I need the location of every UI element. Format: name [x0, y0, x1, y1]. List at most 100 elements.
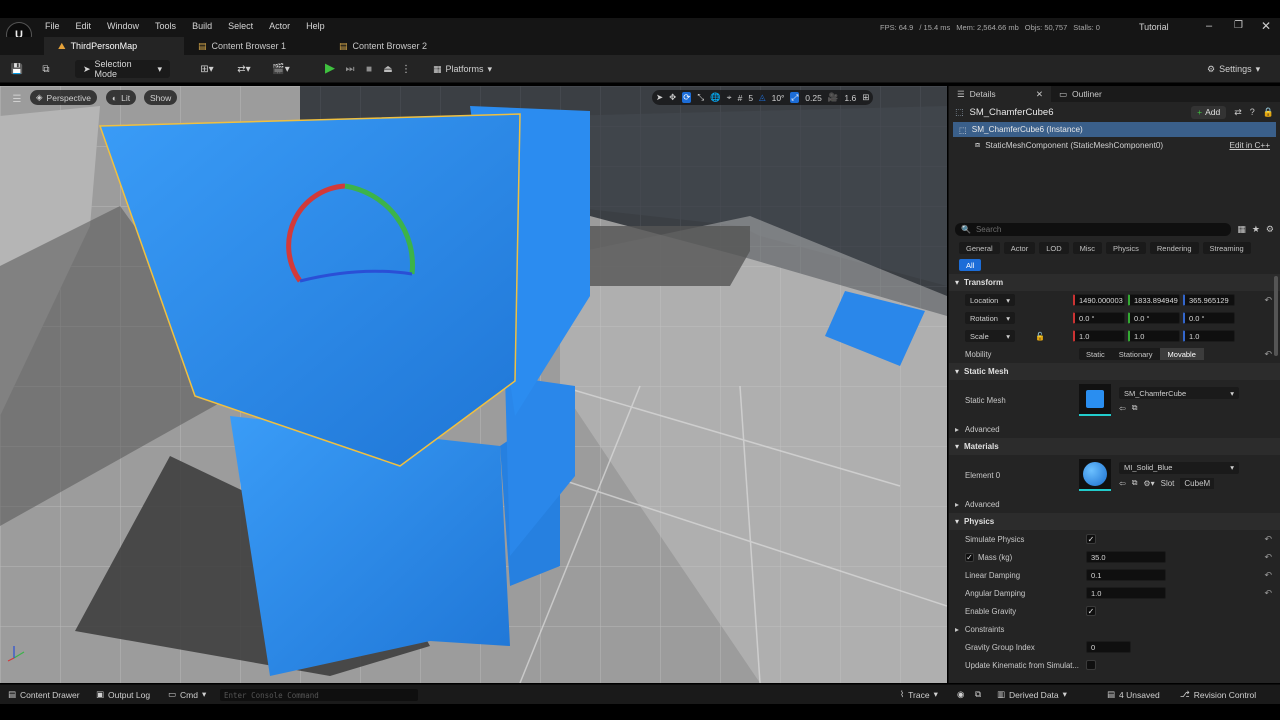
console-input[interactable]: Enter Console Command	[220, 689, 418, 701]
browse-asset-icon[interactable]: ⧉	[1132, 478, 1138, 488]
revision-control-button[interactable]: ⎇ Revision Control	[1180, 689, 1256, 700]
blueprint-icon[interactable]: ⇄▾	[231, 60, 257, 78]
mobility-static[interactable]: Static	[1079, 350, 1112, 359]
scale-dropdown[interactable]: Scale ▾	[965, 330, 1015, 342]
tab-outliner[interactable]: ▭ Outliner	[1051, 86, 1110, 102]
show-button[interactable]: Show	[144, 90, 178, 105]
mobility-movable[interactable]: Movable	[1159, 348, 1204, 360]
material-options-icon[interactable]: ⚙▾	[1143, 479, 1154, 488]
mesh-thumbnail[interactable]	[1079, 384, 1111, 416]
menu-file[interactable]: File	[45, 21, 60, 31]
rotation-snap-icon[interactable]: ◬	[759, 92, 766, 103]
filter-all[interactable]: All	[959, 259, 982, 271]
cinematics-icon[interactable]: 🎬▾	[268, 60, 294, 78]
enable-gravity-checkbox[interactable]: ✓	[1086, 606, 1096, 616]
translate-tool-icon[interactable]: ✥	[669, 92, 676, 103]
physics-section-header[interactable]: ▾ Physics	[949, 513, 1280, 530]
blueprint-convert-icon[interactable]: ⇄	[1234, 107, 1242, 118]
static-mesh-advanced[interactable]: ▸ Advanced	[949, 420, 1280, 438]
lit-button[interactable]: ◐ Lit	[106, 90, 137, 105]
location-y[interactable]: 1833.894949	[1128, 294, 1180, 306]
use-selected-icon[interactable]: ⇦	[1119, 404, 1126, 413]
tab-thirdpersonmap[interactable]: ⛰ ThirdPersonMap	[44, 37, 184, 55]
scale-snap-value[interactable]: 0.25	[805, 93, 822, 103]
reset-icon[interactable]: ↶	[1264, 588, 1272, 599]
gravity-group-field[interactable]: 0	[1086, 641, 1131, 653]
simulate-physics-checkbox[interactable]: ✓	[1086, 534, 1096, 544]
actor-name[interactable]: SM_ChamferCube6	[970, 107, 1054, 118]
rotation-y[interactable]: 0.0 °	[1128, 312, 1180, 324]
record-icon[interactable]: ◉	[957, 689, 964, 700]
materials-section-header[interactable]: ▾ Materials	[949, 438, 1280, 455]
mass-field[interactable]: 35.0	[1086, 551, 1166, 563]
level-viewport[interactable]: ☰ ◈ Perspective ◐ Lit Show ➤ ✥ ⟳ ⤡ 🌐 ⌖ #…	[0, 86, 947, 683]
play-icon[interactable]: ▶	[322, 59, 338, 77]
filter-actor[interactable]: Actor	[1003, 242, 1036, 254]
filter-general[interactable]: General	[959, 242, 1000, 254]
filter-lod[interactable]: LOD	[1039, 242, 1069, 254]
menu-edit[interactable]: Edit	[76, 21, 92, 31]
content-drawer-button[interactable]: ▤ Content Drawer	[8, 689, 80, 700]
select-tool-icon[interactable]: ➤	[656, 92, 663, 103]
settings-dropdown[interactable]: ⚙ Settings ▾	[1207, 60, 1260, 78]
location-x[interactable]: 1490.000003	[1073, 294, 1125, 306]
favorite-icon[interactable]: ★	[1252, 224, 1260, 235]
location-z[interactable]: 365.965129	[1183, 294, 1235, 306]
filter-physics[interactable]: Physics	[1106, 242, 1146, 254]
world-local-icon[interactable]: 🌐	[710, 92, 721, 103]
close-icon[interactable]: ✕	[1261, 19, 1271, 33]
scale-z[interactable]: 1.0	[1183, 330, 1235, 342]
edit-cpp-link[interactable]: Edit in C++	[1229, 141, 1270, 150]
grid-snap-value[interactable]: 5	[748, 93, 753, 103]
reset-icon[interactable]: ↶	[1264, 570, 1272, 581]
location-dropdown[interactable]: Location ▾	[965, 294, 1015, 306]
perspective-button[interactable]: ◈ Perspective	[30, 90, 97, 105]
menu-help[interactable]: Help	[306, 21, 325, 31]
surface-snap-icon[interactable]: ⌖	[727, 92, 732, 103]
stop-icon[interactable]: ■	[362, 60, 376, 78]
connection-icon[interactable]: ⧉	[975, 689, 981, 700]
component-instance-row[interactable]: ⬚ SM_ChamferCube6 (Instance)	[953, 122, 1276, 137]
static-mesh-dropdown[interactable]: SM_ChamferCube ▾	[1119, 387, 1239, 399]
use-selected-icon[interactable]: ⇦	[1119, 479, 1126, 488]
camera-speed-value[interactable]: 1.6	[844, 93, 856, 103]
lock-icon[interactable]: 🔓	[1035, 332, 1045, 341]
settings-gear-icon[interactable]: ⚙	[1266, 224, 1274, 235]
step-icon[interactable]: ⏭	[343, 60, 357, 78]
transform-section-header[interactable]: ▾ Transform	[949, 274, 1280, 291]
materials-advanced[interactable]: ▸ Advanced	[949, 495, 1280, 513]
close-tab-icon[interactable]: ✕	[1036, 89, 1043, 100]
reset-icon[interactable]: ↶	[1264, 552, 1272, 563]
reset-icon[interactable]: ↶	[1264, 295, 1272, 306]
tab-content-browser-1[interactable]: ▤ Content Browser 1	[184, 37, 325, 55]
mobility-stationary[interactable]: Stationary	[1112, 350, 1160, 359]
scale-tool-icon[interactable]: ⤡	[697, 92, 704, 103]
details-scrollbar[interactable]	[1274, 276, 1278, 356]
menu-tools[interactable]: Tools	[155, 21, 176, 31]
material-dropdown[interactable]: MI_Solid_Blue ▾	[1119, 461, 1239, 474]
cmd-dropdown[interactable]: ▭ Cmd ▾	[168, 689, 206, 700]
rotation-snap-value[interactable]: 10°	[772, 93, 785, 103]
menu-window[interactable]: Window	[107, 21, 139, 31]
output-log-button[interactable]: ▣ Output Log	[96, 689, 150, 700]
reset-icon[interactable]: ↶	[1264, 534, 1272, 545]
tab-content-browser-2[interactable]: ▤ Content Browser 2	[325, 37, 466, 55]
play-options-icon[interactable]: ⋮	[401, 60, 411, 78]
derived-data-dropdown[interactable]: ▥ Derived Data ▾	[997, 689, 1067, 700]
help-icon[interactable]: ?	[1250, 107, 1255, 117]
menu-build[interactable]: Build	[192, 21, 212, 31]
filter-streaming[interactable]: Streaming	[1202, 242, 1251, 254]
trace-dropdown[interactable]: ⌇ Trace ▾	[900, 689, 938, 700]
save-icon[interactable]: 💾	[10, 60, 24, 78]
lock-icon[interactable]: 🔒	[1263, 107, 1274, 118]
filter-misc[interactable]: Misc	[1072, 242, 1103, 254]
add-actor-icon[interactable]: ⊞▾	[195, 60, 219, 78]
material-thumbnail[interactable]	[1079, 459, 1111, 491]
restore-icon[interactable]: ❐	[1234, 20, 1243, 31]
selection-mode-dropdown[interactable]: ➤ Selection Mode ▾	[75, 59, 170, 79]
rotation-dropdown[interactable]: Rotation ▾	[965, 312, 1015, 324]
reset-icon[interactable]: ↶	[1264, 349, 1272, 360]
static-mesh-section-header[interactable]: ▾ Static Mesh	[949, 363, 1280, 380]
angular-damping-field[interactable]: 1.0	[1086, 587, 1166, 599]
platforms-dropdown[interactable]: ▦ Platforms ▾	[433, 60, 492, 78]
